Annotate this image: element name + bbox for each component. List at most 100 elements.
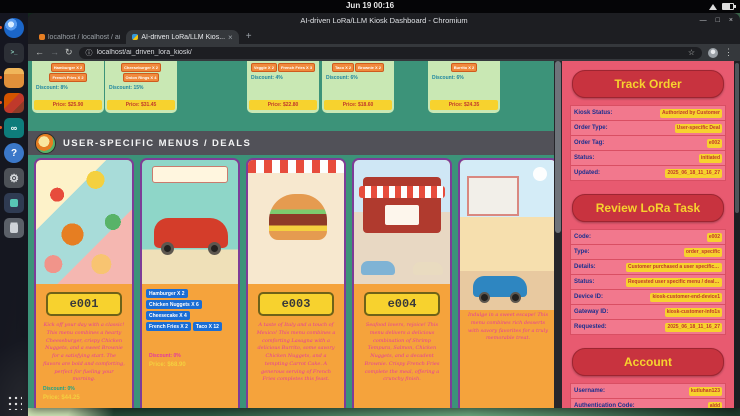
car-shape bbox=[361, 261, 395, 275]
help-icon: ? bbox=[11, 148, 17, 159]
menu-items: Hamburger X 2 French Fries X 2 bbox=[34, 63, 102, 82]
field-row: Order Tag: e002 bbox=[570, 136, 726, 151]
back-icon[interactable]: ← bbox=[35, 48, 44, 57]
discount-text: Discount: 0% bbox=[149, 353, 231, 359]
deal-card-items[interactable]: Hamburger X 2 Chicken Nuggets X 6 Cheese… bbox=[140, 158, 240, 408]
dock-item-graphics-app[interactable] bbox=[4, 93, 24, 113]
new-tab-button[interactable]: + bbox=[246, 31, 252, 42]
deal-description: Seafood lovers, rejoice! This menu deliv… bbox=[354, 320, 450, 386]
system-clock[interactable]: Jun 19 00:16 bbox=[346, 1, 394, 10]
deal-card-e004[interactable]: e004 Seafood lovers, rejoice! This menu … bbox=[352, 158, 452, 408]
deal-item-tag: French Fries X 2 bbox=[146, 322, 191, 331]
dock-item-utility[interactable] bbox=[4, 193, 24, 213]
field-value: e002 bbox=[707, 139, 722, 148]
field-value: aldd bbox=[708, 402, 722, 409]
field-value: order_specific bbox=[684, 248, 722, 257]
field-value: e002 bbox=[707, 233, 722, 242]
minimize-icon[interactable]: — bbox=[700, 17, 707, 24]
dock-item-settings[interactable]: ⚙ bbox=[4, 168, 24, 188]
field-label: Order Tag: bbox=[574, 140, 604, 146]
site-info-icon[interactable]: ⓘ bbox=[86, 48, 93, 58]
content-scrollbar-thumb[interactable] bbox=[555, 61, 561, 233]
dock-item-chromium[interactable] bbox=[4, 18, 24, 38]
field-row: Status: Requested user specific menu / d… bbox=[570, 275, 726, 290]
menu-items: Taco X 2 Brownie X 2 bbox=[324, 63, 392, 72]
desktop: Jun 19 00:16 >_ ∞ ? ⚙ AI-driven LoRa/LLM… bbox=[0, 0, 740, 416]
network-icon bbox=[709, 4, 717, 10]
shop-shape bbox=[467, 176, 519, 216]
car-shape bbox=[413, 262, 443, 275]
field-label: Details: bbox=[574, 264, 596, 270]
moon-shape bbox=[533, 167, 547, 181]
deal-code-badge: e001 bbox=[46, 292, 122, 316]
deal-card-e003[interactable]: e003 A taste of Italy and a touch of Mex… bbox=[246, 158, 346, 408]
menu-item-tag: Burrito X 2 bbox=[451, 63, 477, 72]
tab-localhost[interactable]: localhost / localhost / ai bbox=[33, 30, 126, 44]
price-badge: Price: $31.45 bbox=[107, 100, 175, 110]
field-row: Device ID: kiosk-customer-end-device1 bbox=[570, 290, 726, 305]
maximize-icon[interactable]: □ bbox=[716, 17, 720, 24]
field-row: Authentication Code: aldd bbox=[570, 399, 726, 408]
menu-card[interactable]: Cheeseburger X 2 Onion Rings X 4 Discoun… bbox=[105, 61, 177, 113]
menu-item-tag: French Fries X 2 bbox=[49, 73, 86, 82]
dock-item-trash[interactable] bbox=[4, 218, 24, 238]
field-value: User-specific Deal bbox=[675, 124, 722, 133]
menu-card[interactable]: Burrito X 2 Discount: 6% Price: $24.35 bbox=[428, 61, 500, 113]
page-scrollbar-thumb[interactable] bbox=[735, 63, 739, 213]
menu-item-tag: Hamburger X 2 bbox=[51, 63, 85, 72]
track-order-button[interactable]: Track Order bbox=[572, 70, 724, 98]
field-label: Status: bbox=[574, 279, 594, 285]
deal-card-partial[interactable]: Indulge in a sweet escape! This menu com… bbox=[458, 158, 554, 408]
content-scrollbar-track bbox=[554, 61, 562, 408]
profile-avatar[interactable] bbox=[708, 48, 718, 58]
menu-card[interactable]: Veggie X 2 French Fries X 3 Discount: 4%… bbox=[247, 61, 319, 113]
window-controls: — □ × bbox=[700, 13, 733, 27]
menu-card[interactable]: Hamburger X 2 French Fries X 2 Discount:… bbox=[32, 61, 104, 113]
deal-illustration-storefront bbox=[354, 160, 450, 284]
tab-label: localhost / localhost / ai bbox=[48, 34, 120, 41]
discount-text: Discount: 15% bbox=[109, 85, 173, 91]
bookmark-star-icon[interactable]: ☆ bbox=[688, 48, 695, 57]
reload-icon[interactable]: ↻ bbox=[65, 48, 73, 57]
deal-card-e001[interactable]: e001 Kick off your day with a classic! T… bbox=[34, 158, 134, 408]
tab-favicon bbox=[132, 34, 138, 40]
dock-item-arduino[interactable]: ∞ bbox=[4, 118, 24, 138]
terminal-icon: >_ bbox=[11, 50, 18, 56]
tab-kiosk-dashboard[interactable]: AI-driven LoRa/LLM Kios... × bbox=[126, 30, 238, 44]
deal-meta: Discount: 0% Price: $44.25 bbox=[36, 386, 132, 401]
section-title: USER-SPECIFIC MENUS / DEALS bbox=[63, 138, 251, 149]
address-bar[interactable]: ⓘ localhost/ai_driven_lora_kiosk/ ☆ bbox=[79, 47, 702, 59]
field-label: Gateway ID: bbox=[574, 309, 608, 315]
menu-item-tag: Veggie X 2 bbox=[251, 63, 277, 72]
price-badge: Price: $24.35 bbox=[430, 100, 498, 110]
field-value: Requested user specific menu / deal [LLM bbox=[626, 278, 722, 287]
menu-items: Burrito X 2 bbox=[430, 63, 498, 72]
browser-menu-icon[interactable]: ⋮ bbox=[724, 47, 733, 58]
close-icon[interactable]: × bbox=[729, 17, 733, 24]
discount-text: Discount: 6% bbox=[432, 75, 496, 81]
field-value: 2025_06_18_11_16_27 bbox=[665, 169, 722, 178]
dock-item-help[interactable]: ? bbox=[4, 143, 24, 163]
deal-description: Kick off your day with a classic! This m… bbox=[36, 320, 132, 386]
battery-icon bbox=[722, 3, 734, 10]
deal-items: Hamburger X 2 Chicken Nuggets X 6 Cheese… bbox=[142, 284, 238, 331]
menu-card[interactable]: Taco X 2 Brownie X 2 Discount: 6% Price:… bbox=[322, 61, 394, 113]
menu-items: Cheeseburger X 2 Onion Rings X 4 bbox=[107, 63, 175, 82]
car-shape bbox=[473, 276, 527, 297]
discount-text: Discount: 6% bbox=[326, 75, 390, 81]
app-grid-icon[interactable] bbox=[6, 394, 22, 410]
window-title: AI-driven LoRa/LLM Kiosk Dashboard - Chr… bbox=[300, 16, 467, 25]
forward-icon[interactable]: → bbox=[50, 48, 59, 57]
system-tray[interactable] bbox=[709, 3, 734, 10]
system-top-bar: Jun 19 00:16 bbox=[0, 0, 740, 13]
price-badge: Price: $25.90 bbox=[34, 100, 102, 110]
url-text: localhost/ai_driven_lora_kiosk/ bbox=[97, 49, 684, 56]
dock-item-terminal[interactable]: >_ bbox=[4, 43, 24, 63]
tab-close-icon[interactable]: × bbox=[228, 33, 233, 42]
car-shape bbox=[154, 218, 228, 248]
field-value: kutluhan123 bbox=[689, 387, 722, 396]
field-label: Username: bbox=[574, 388, 605, 394]
review-lora-task-button[interactable]: Review LoRa Task bbox=[572, 194, 724, 222]
account-button[interactable]: Account bbox=[572, 348, 724, 376]
dock-item-files[interactable] bbox=[4, 68, 24, 88]
